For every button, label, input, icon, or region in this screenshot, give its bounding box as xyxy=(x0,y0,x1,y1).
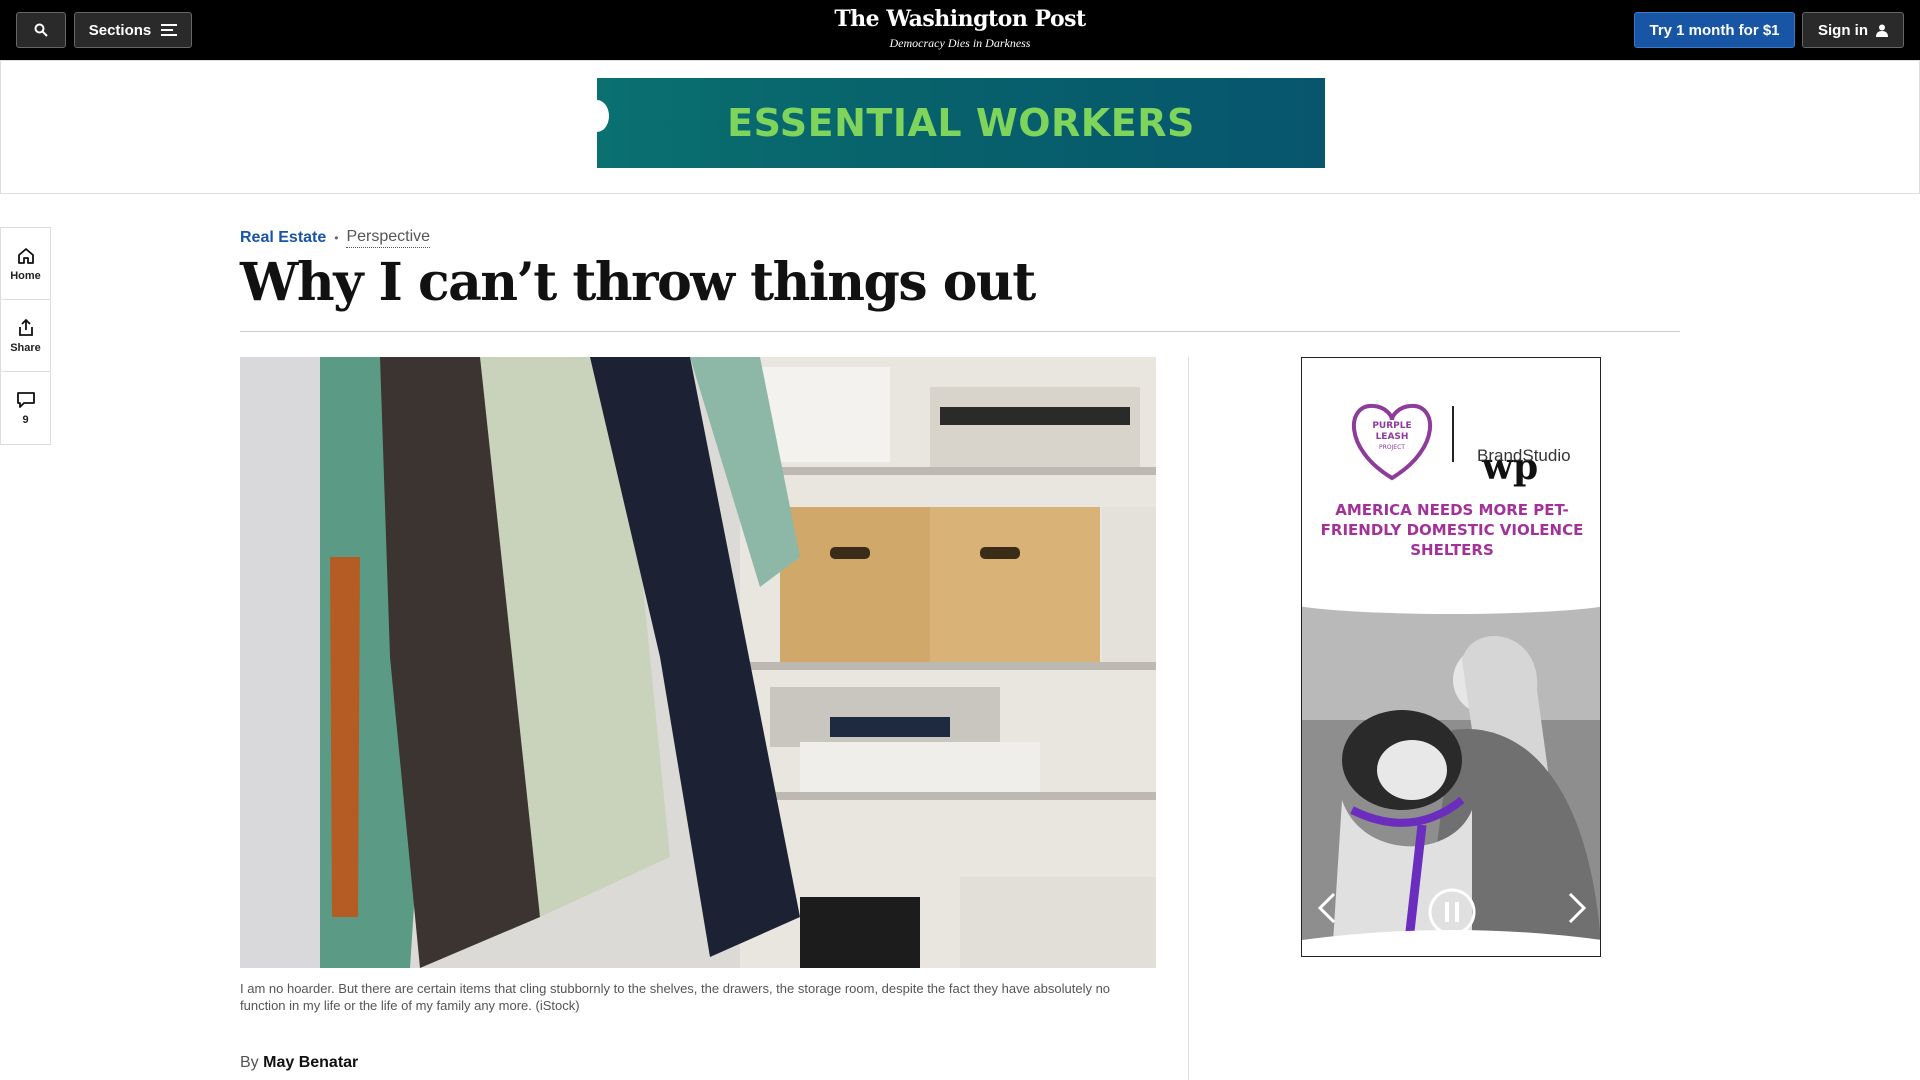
closet-photo xyxy=(240,357,1156,968)
user-icon xyxy=(1876,24,1888,37)
hamburger-icon xyxy=(161,24,178,36)
ad-next-arrow-icon[interactable] xyxy=(1562,888,1592,928)
sign-in-label: Sign in xyxy=(1818,21,1868,39)
rail-comments-button[interactable]: 9 xyxy=(1,372,50,444)
rail-share-button[interactable]: Share xyxy=(1,300,50,372)
left-action-rail: Home Share 9 xyxy=(0,227,51,445)
top-ad-container: ESSENTIAL WORKERS xyxy=(0,60,1920,194)
author-link[interactable]: May Benatar xyxy=(263,1054,358,1071)
top-navigation: Sections The Washington Post Democracy D… xyxy=(0,0,1920,60)
article-kicker: Real Estate • Perspective xyxy=(240,228,431,248)
site-logo[interactable]: The Washington Post Democracy Dies in Da… xyxy=(810,6,1110,51)
rail-home-button[interactable]: Home xyxy=(1,228,50,300)
logo-line-2: LEASH xyxy=(1376,432,1409,442)
rail-share-label: Share xyxy=(10,341,41,354)
lead-image[interactable] xyxy=(240,357,1156,968)
ad-photo xyxy=(1302,600,1600,956)
brand-studio-label: BrandStudio xyxy=(1477,446,1571,465)
sections-label: Sections xyxy=(88,21,152,39)
ad-prev-arrow-icon[interactable] xyxy=(1312,888,1342,928)
ad-decoration xyxy=(597,100,609,132)
sign-in-button[interactable]: Sign in xyxy=(1802,12,1904,48)
sections-button[interactable]: Sections xyxy=(74,12,192,48)
logo-line-1: PURPLE xyxy=(1372,421,1411,431)
top-ad-text: ESSENTIAL WORKERS xyxy=(727,101,1195,145)
article-headline: Why I can’t throw things out xyxy=(240,252,1036,313)
home-icon xyxy=(17,247,34,264)
section-link[interactable]: Real Estate xyxy=(240,229,326,247)
column-divider xyxy=(1188,357,1189,1080)
rail-home-label: Home xyxy=(10,269,41,282)
headline-divider xyxy=(240,331,1680,332)
image-caption: I am no hoarder. But there are certain i… xyxy=(240,981,1111,1013)
logo-wordmark: The Washington Post xyxy=(834,6,1086,32)
comments-count: 9 xyxy=(22,414,29,426)
search-button[interactable] xyxy=(16,12,66,48)
comment-icon xyxy=(16,392,35,408)
search-icon xyxy=(34,23,48,37)
logo-tagline: Democracy Dies in Darkness xyxy=(889,36,1031,50)
subscribe-button[interactable]: Try 1 month for $1 xyxy=(1634,12,1795,48)
kicker-separator: • xyxy=(334,231,339,245)
ad-logos: PURPLE LEASH PROJECT wp BrandStudio xyxy=(1302,398,1600,488)
byline-prefix: By xyxy=(240,1054,259,1071)
ad-message: AMERICA NEEDS MORE PET-FRIENDLY DOMESTIC… xyxy=(1320,501,1584,559)
purple-leash-logo: PURPLE LEASH PROJECT xyxy=(1352,403,1454,481)
byline: By May Benatar xyxy=(240,1054,358,1072)
logo-line-3: PROJECT xyxy=(1379,444,1405,451)
share-icon xyxy=(18,318,33,336)
top-ad-banner[interactable]: ESSENTIAL WORKERS xyxy=(597,78,1325,168)
sidebar-ad[interactable]: PURPLE LEASH PROJECT wp BrandStudio AMER… xyxy=(1301,357,1601,957)
perspective-label[interactable]: Perspective xyxy=(346,228,431,248)
